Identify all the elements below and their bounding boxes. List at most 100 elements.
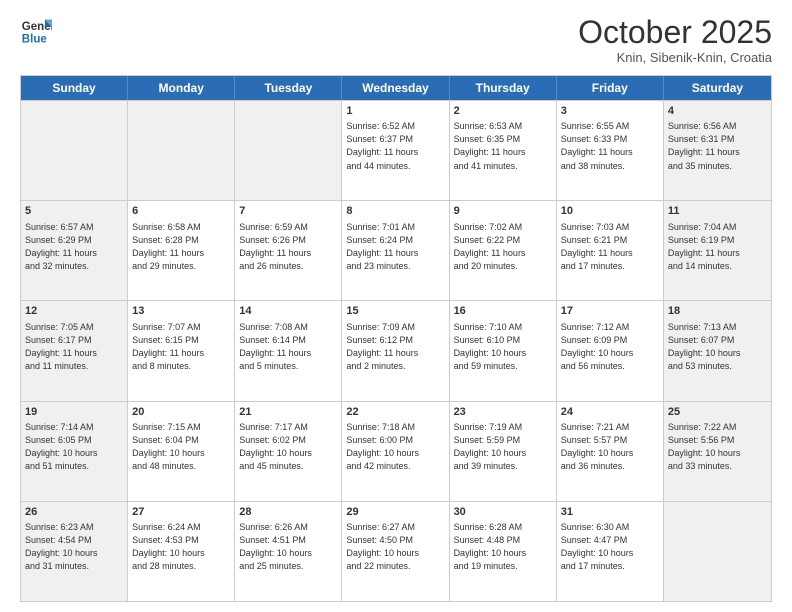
day-number: 30 bbox=[454, 505, 552, 520]
logo: General Blue bbox=[20, 16, 52, 48]
calendar-cell-empty bbox=[21, 101, 128, 200]
header-day-thursday: Thursday bbox=[450, 76, 557, 100]
header-day-wednesday: Wednesday bbox=[342, 76, 449, 100]
week-row-2: 12 Sunrise: 7:05 AM Sunset: 6:17 PM Dayli… bbox=[21, 300, 771, 400]
calendar-cell-empty bbox=[235, 101, 342, 200]
day-info: Sunrise: 6:59 AM Sunset: 6:26 PM Dayligh… bbox=[239, 221, 337, 273]
day-info: Sunrise: 6:58 AM Sunset: 6:28 PM Dayligh… bbox=[132, 221, 230, 273]
calendar-cell-13: 13 Sunrise: 7:07 AM Sunset: 6:15 PM Dayli… bbox=[128, 301, 235, 400]
day-number: 11 bbox=[668, 204, 767, 219]
calendar-cell-5: 5Sunrise: 6:57 AM Sunset: 6:29 PM Daylig… bbox=[21, 201, 128, 300]
calendar-cell-14: 14 Sunrise: 7:08 AM Sunset: 6:14 PM Dayli… bbox=[235, 301, 342, 400]
calendar-header: SundayMondayTuesdayWednesdayThursdayFrid… bbox=[21, 76, 771, 100]
day-info: Sunrise: 7:09 AM Sunset: 6:12 PM Dayligh… bbox=[346, 321, 444, 373]
calendar: SundayMondayTuesdayWednesdayThursdayFrid… bbox=[20, 75, 772, 602]
day-number: 8 bbox=[346, 204, 444, 219]
day-info: Sunrise: 6:24 AM Sunset: 4:53 PM Dayligh… bbox=[132, 521, 230, 573]
day-number: 7 bbox=[239, 204, 337, 219]
calendar-cell-empty bbox=[664, 502, 771, 601]
day-number: 24 bbox=[561, 405, 659, 420]
day-number: 26 bbox=[25, 505, 123, 520]
calendar-cell-27: 27Sunrise: 6:24 AM Sunset: 4:53 PM Dayli… bbox=[128, 502, 235, 601]
day-info: Sunrise: 7:14 AM Sunset: 6:05 PM Dayligh… bbox=[25, 421, 123, 473]
day-info: Sunrise: 7:05 AM Sunset: 6:17 PM Dayligh… bbox=[25, 321, 123, 373]
day-info: Sunrise: 6:56 AM Sunset: 6:31 PM Dayligh… bbox=[668, 120, 767, 172]
calendar-cell-8: 8Sunrise: 7:01 AM Sunset: 6:24 PM Daylig… bbox=[342, 201, 449, 300]
day-number: 1 bbox=[346, 104, 444, 119]
title-block: October 2025 Knin, Sibenik-Knin, Croatia bbox=[578, 16, 772, 65]
calendar-cell-23: 23Sunrise: 7:19 AM Sunset: 5:59 PM Dayli… bbox=[450, 402, 557, 501]
day-info: Sunrise: 6:55 AM Sunset: 6:33 PM Dayligh… bbox=[561, 120, 659, 172]
location-subtitle: Knin, Sibenik-Knin, Croatia bbox=[578, 50, 772, 65]
calendar-cell-11: 11Sunrise: 7:04 AM Sunset: 6:19 PM Dayli… bbox=[664, 201, 771, 300]
day-number: 23 bbox=[454, 405, 552, 420]
calendar-cell-1: 1Sunrise: 6:52 AM Sunset: 6:37 PM Daylig… bbox=[342, 101, 449, 200]
day-info: Sunrise: 7:17 AM Sunset: 6:02 PM Dayligh… bbox=[239, 421, 337, 473]
day-number: 13 bbox=[132, 304, 230, 319]
day-info: Sunrise: 6:30 AM Sunset: 4:47 PM Dayligh… bbox=[561, 521, 659, 573]
day-number: 14 bbox=[239, 304, 337, 319]
day-number: 6 bbox=[132, 204, 230, 219]
calendar-cell-22: 22Sunrise: 7:18 AM Sunset: 6:00 PM Dayli… bbox=[342, 402, 449, 501]
day-number: 21 bbox=[239, 405, 337, 420]
calendar-cell-12: 12 Sunrise: 7:05 AM Sunset: 6:17 PM Dayli… bbox=[21, 301, 128, 400]
calendar-cell-26: 26Sunrise: 6:23 AM Sunset: 4:54 PM Dayli… bbox=[21, 502, 128, 601]
header: General Blue October 2025 Knin, Sibenik-… bbox=[20, 16, 772, 65]
day-info: Sunrise: 7:08 AM Sunset: 6:14 PM Dayligh… bbox=[239, 321, 337, 373]
calendar-cell-18: 18 Sunrise: 7:13 AM Sunset: 6:07 PM Dayli… bbox=[664, 301, 771, 400]
logo-icon: General Blue bbox=[20, 16, 52, 48]
day-info: Sunrise: 6:23 AM Sunset: 4:54 PM Dayligh… bbox=[25, 521, 123, 573]
day-number: 20 bbox=[132, 405, 230, 420]
week-row-1: 5Sunrise: 6:57 AM Sunset: 6:29 PM Daylig… bbox=[21, 200, 771, 300]
day-number: 12 bbox=[25, 304, 123, 319]
calendar-cell-30: 30Sunrise: 6:28 AM Sunset: 4:48 PM Dayli… bbox=[450, 502, 557, 601]
header-day-monday: Monday bbox=[128, 76, 235, 100]
day-info: Sunrise: 7:18 AM Sunset: 6:00 PM Dayligh… bbox=[346, 421, 444, 473]
day-info: Sunrise: 6:52 AM Sunset: 6:37 PM Dayligh… bbox=[346, 120, 444, 172]
day-number: 29 bbox=[346, 505, 444, 520]
day-info: Sunrise: 6:53 AM Sunset: 6:35 PM Dayligh… bbox=[454, 120, 552, 172]
day-info: Sunrise: 7:21 AM Sunset: 5:57 PM Dayligh… bbox=[561, 421, 659, 473]
calendar-cell-7: 7 Sunrise: 6:59 AM Sunset: 6:26 PM Daylig… bbox=[235, 201, 342, 300]
calendar-cell-29: 29Sunrise: 6:27 AM Sunset: 4:50 PM Dayli… bbox=[342, 502, 449, 601]
calendar-cell-19: 19Sunrise: 7:14 AM Sunset: 6:05 PM Dayli… bbox=[21, 402, 128, 501]
header-day-sunday: Sunday bbox=[21, 76, 128, 100]
day-info: Sunrise: 7:07 AM Sunset: 6:15 PM Dayligh… bbox=[132, 321, 230, 373]
calendar-body: 1Sunrise: 6:52 AM Sunset: 6:37 PM Daylig… bbox=[21, 100, 771, 601]
month-title: October 2025 bbox=[578, 16, 772, 48]
week-row-4: 26Sunrise: 6:23 AM Sunset: 4:54 PM Dayli… bbox=[21, 501, 771, 601]
day-number: 4 bbox=[668, 104, 767, 119]
calendar-cell-3: 3Sunrise: 6:55 AM Sunset: 6:33 PM Daylig… bbox=[557, 101, 664, 200]
day-info: Sunrise: 7:13 AM Sunset: 6:07 PM Dayligh… bbox=[668, 321, 767, 373]
calendar-cell-9: 9Sunrise: 7:02 AM Sunset: 6:22 PM Daylig… bbox=[450, 201, 557, 300]
week-row-3: 19Sunrise: 7:14 AM Sunset: 6:05 PM Dayli… bbox=[21, 401, 771, 501]
day-number: 31 bbox=[561, 505, 659, 520]
header-day-tuesday: Tuesday bbox=[235, 76, 342, 100]
day-number: 19 bbox=[25, 405, 123, 420]
day-info: Sunrise: 7:22 AM Sunset: 5:56 PM Dayligh… bbox=[668, 421, 767, 473]
calendar-cell-31: 31Sunrise: 6:30 AM Sunset: 4:47 PM Dayli… bbox=[557, 502, 664, 601]
day-info: Sunrise: 6:27 AM Sunset: 4:50 PM Dayligh… bbox=[346, 521, 444, 573]
day-info: Sunrise: 7:12 AM Sunset: 6:09 PM Dayligh… bbox=[561, 321, 659, 373]
header-day-friday: Friday bbox=[557, 76, 664, 100]
day-number: 27 bbox=[132, 505, 230, 520]
day-number: 15 bbox=[346, 304, 444, 319]
day-info: Sunrise: 7:15 AM Sunset: 6:04 PM Dayligh… bbox=[132, 421, 230, 473]
calendar-cell-21: 21Sunrise: 7:17 AM Sunset: 6:02 PM Dayli… bbox=[235, 402, 342, 501]
day-info: Sunrise: 7:03 AM Sunset: 6:21 PM Dayligh… bbox=[561, 221, 659, 273]
day-number: 3 bbox=[561, 104, 659, 119]
day-number: 18 bbox=[668, 304, 767, 319]
day-number: 2 bbox=[454, 104, 552, 119]
header-day-saturday: Saturday bbox=[664, 76, 771, 100]
calendar-cell-2: 2Sunrise: 6:53 AM Sunset: 6:35 PM Daylig… bbox=[450, 101, 557, 200]
day-number: 16 bbox=[454, 304, 552, 319]
day-number: 17 bbox=[561, 304, 659, 319]
day-number: 22 bbox=[346, 405, 444, 420]
day-number: 28 bbox=[239, 505, 337, 520]
calendar-cell-empty bbox=[128, 101, 235, 200]
calendar-cell-24: 24Sunrise: 7:21 AM Sunset: 5:57 PM Dayli… bbox=[557, 402, 664, 501]
calendar-cell-16: 16Sunrise: 7:10 AM Sunset: 6:10 PM Dayli… bbox=[450, 301, 557, 400]
calendar-cell-6: 6 Sunrise: 6:58 AM Sunset: 6:28 PM Daylig… bbox=[128, 201, 235, 300]
calendar-cell-28: 28Sunrise: 6:26 AM Sunset: 4:51 PM Dayli… bbox=[235, 502, 342, 601]
day-number: 5 bbox=[25, 204, 123, 219]
